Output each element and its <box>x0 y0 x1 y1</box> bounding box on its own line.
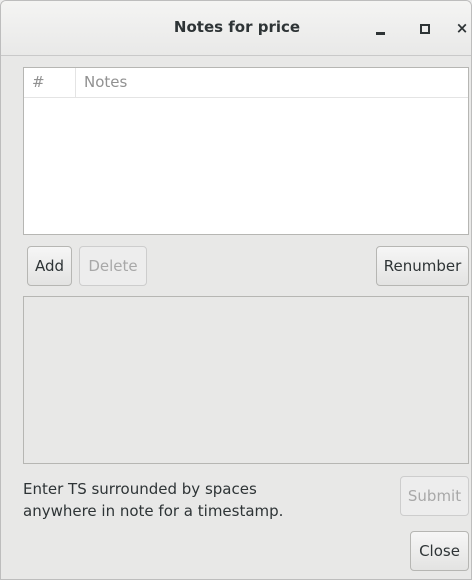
delete-button[interactable]: Delete <box>79 246 147 286</box>
window-title: Notes for price <box>173 18 301 36</box>
notes-dialog-window: Notes for price × # Notes Add Delete Ren… <box>0 0 472 580</box>
window-close-button[interactable]: × <box>448 14 471 42</box>
title-bar[interactable]: Notes for price × <box>1 1 471 56</box>
timestamp-hint: Enter TS surrounded by spaces anywhere i… <box>23 478 323 522</box>
column-header-number[interactable]: # <box>24 68 76 97</box>
submit-button[interactable]: Submit <box>400 476 469 516</box>
maximize-icon <box>420 24 430 34</box>
notes-list-header: # Notes <box>24 68 468 98</box>
add-button[interactable]: Add <box>27 246 72 286</box>
hint-line-1: Enter TS surrounded by spaces <box>23 480 257 498</box>
minimize-icon <box>376 32 385 35</box>
notes-list[interactable]: # Notes <box>23 67 469 235</box>
maximize-button[interactable] <box>411 14 439 42</box>
close-button[interactable]: Close <box>410 531 469 571</box>
minimize-button[interactable] <box>367 14 395 42</box>
hint-line-2: anywhere in note for a timestamp. <box>23 502 284 520</box>
column-header-notes[interactable]: Notes <box>84 68 127 97</box>
note-text-area[interactable] <box>23 296 469 464</box>
close-icon: × <box>455 19 469 37</box>
renumber-button[interactable]: Renumber <box>376 246 469 286</box>
